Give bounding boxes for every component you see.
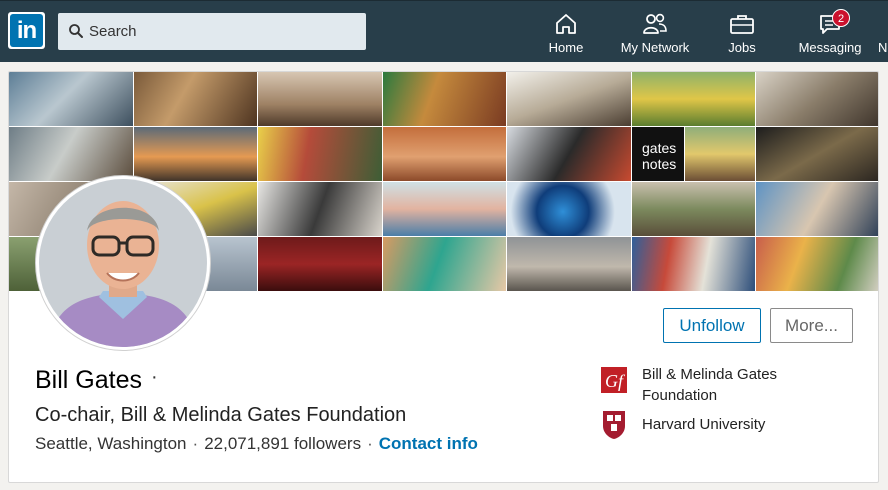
profile-headline: Co-chair, Bill & Melinda Gates Foundatio… <box>35 404 407 426</box>
cover-tile <box>9 127 133 181</box>
more-actions-button[interactable]: More... <box>770 308 853 343</box>
top-navigation-bar: in Home My Network Jobs <box>0 0 888 62</box>
briefcase-icon <box>730 15 754 34</box>
cover-tile <box>632 72 755 126</box>
cover-tile <box>507 127 631 181</box>
nav-home[interactable]: Home <box>537 13 595 57</box>
nav-my-network[interactable]: My Network <box>612 13 698 57</box>
cover-tile <box>507 182 631 236</box>
nav-jobs[interactable]: Jobs <box>718 13 766 57</box>
search-icon <box>69 24 83 38</box>
cover-tile <box>383 127 506 181</box>
name-degree-separator: · <box>151 366 158 388</box>
nav-my-network-label: My Network <box>620 40 690 55</box>
cover-tile <box>134 127 257 181</box>
cover-tile <box>756 182 878 236</box>
cover-tile <box>507 72 631 126</box>
harvard-shield-logo <box>603 411 625 439</box>
cover-tile <box>756 127 878 181</box>
meta-separator: · <box>192 434 199 453</box>
cover-tile <box>507 237 631 291</box>
meta-separator: · <box>367 434 373 453</box>
nav-messaging[interactable]: 2 Messaging <box>794 9 866 57</box>
followers-count: 22,071,891 followers <box>204 434 362 453</box>
org-name: Harvard University <box>642 416 766 433</box>
contact-info-link[interactable]: Contact info <box>379 434 478 454</box>
cover-tile <box>383 237 506 291</box>
cover-tile <box>134 72 257 126</box>
linkedin-logo[interactable]: in <box>8 12 45 49</box>
cover-tile <box>685 127 755 181</box>
gates-notes-text: gates notes <box>642 140 677 172</box>
nav-jobs-label: Jobs <box>728 40 756 55</box>
unfollow-button[interactable]: Unfollow <box>663 308 761 343</box>
avatar-portrait <box>39 179 207 347</box>
messaging-badge: 2 <box>832 9 850 27</box>
cover-tile <box>258 182 382 236</box>
cover-tile <box>756 72 878 126</box>
profile-meta-line: Seattle, Washington · 22,071,891 followers… <box>35 434 478 454</box>
nav-notifications-partial[interactable]: N <box>878 13 888 57</box>
gates-notes-tile: gates notes <box>632 127 684 181</box>
nav-home-label: Home <box>548 40 584 55</box>
org-name-line: Bill & Melinda Gates <box>642 366 778 383</box>
profile-avatar[interactable] <box>36 176 210 350</box>
search-input[interactable] <box>88 13 358 50</box>
search-box[interactable] <box>58 13 366 50</box>
nav-overflow-label: N <box>878 40 888 55</box>
cover-tile <box>632 182 755 236</box>
org-name-line: Foundation <box>642 387 718 404</box>
cover-tile <box>383 72 506 126</box>
cover-tile <box>258 237 382 291</box>
people-icon <box>643 13 667 34</box>
profile-name: Bill Gates <box>35 366 142 394</box>
cover-tile <box>258 72 382 126</box>
profile-location: Seattle, Washington <box>35 434 187 453</box>
linkedin-logo-mark: in <box>10 14 43 47</box>
cover-tile <box>383 182 506 236</box>
nav-messaging-label: Messaging <box>798 40 862 55</box>
profile-card: gates notes Unfollow More... Bill Gates … <box>8 71 879 483</box>
org-name: Bill & Melinda Gates Foundation <box>642 364 777 406</box>
cover-tile <box>9 72 133 126</box>
cover-tile <box>258 127 382 181</box>
cover-tile <box>756 237 878 291</box>
cover-tile <box>632 237 755 291</box>
svg-text:Gf: Gf <box>605 371 626 391</box>
gates-foundation-logo: Gf <box>601 367 627 393</box>
home-icon <box>556 14 576 34</box>
